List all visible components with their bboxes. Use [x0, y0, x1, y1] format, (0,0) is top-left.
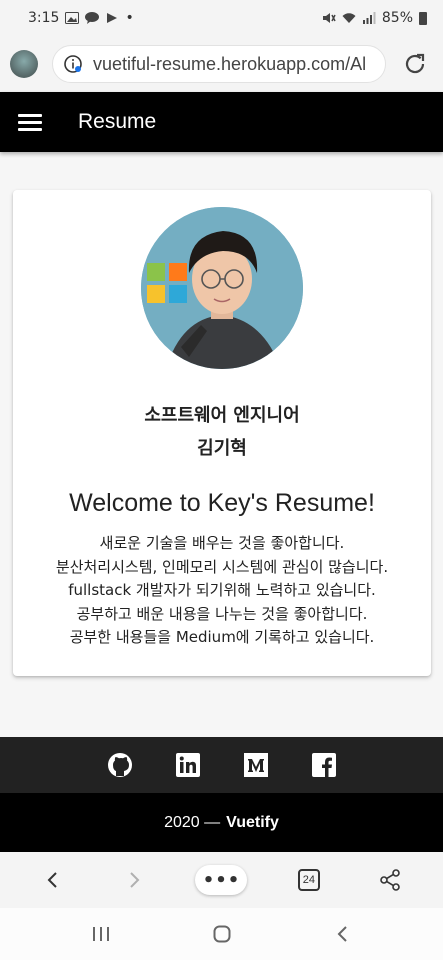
back-button[interactable]	[33, 860, 73, 900]
copyright-brand: Vuetify	[226, 813, 279, 831]
battery-icon	[419, 11, 427, 25]
site-favicon-avatar[interactable]	[10, 50, 38, 78]
signal-icon	[362, 12, 376, 24]
github-icon[interactable]	[107, 752, 133, 778]
status-bar: 3:15 • 85%	[0, 0, 443, 36]
facebook-icon[interactable]	[311, 752, 337, 778]
copyright-bar: 2020 — Vuetify	[0, 793, 443, 852]
nav-back-icon[interactable]	[333, 924, 353, 944]
forward-button[interactable]	[114, 860, 154, 900]
person-name: 김기혁	[197, 438, 247, 459]
browser-menu-button[interactable]: •••	[195, 865, 248, 895]
share-button[interactable]	[370, 860, 410, 900]
intro-line: 공부하고 배운 내용을 나누는 것을 좋아합니다.	[76, 604, 368, 623]
image-icon	[65, 12, 80, 24]
app-title: Resume	[78, 110, 157, 133]
address-field[interactable]: vuetiful-resume.herokuapp.com/Al	[52, 45, 386, 83]
reload-icon[interactable]	[402, 51, 428, 77]
site-info-icon[interactable]	[63, 54, 83, 74]
share-icon	[380, 869, 401, 891]
menu-icon[interactable]	[18, 110, 42, 134]
social-links-bar	[0, 737, 443, 793]
intro-line: fullstack 개발자가 되기위해 노력하고 있습니다.	[68, 581, 376, 599]
tabs-button[interactable]: 24	[289, 860, 329, 900]
browser-toolbar: ••• 24	[0, 852, 443, 908]
status-dot: •	[125, 10, 134, 26]
intro-text: 새로운 기술을 배우는 것을 좋아합니다. 분산처리시스템, 인메모리 시스템에…	[13, 532, 431, 650]
profile-photo	[141, 207, 303, 369]
tab-count: 24	[297, 869, 320, 891]
browser-url-bar: vuetiful-resume.herokuapp.com/Al	[0, 36, 443, 92]
profile-avatar	[141, 207, 303, 369]
status-left: 3:15 •	[28, 10, 134, 26]
intro-line: 공부한 내용들을 Medium에 기록하고 있습니다.	[69, 628, 375, 646]
welcome-heading: Welcome to Key's Resume!	[69, 489, 375, 517]
wifi-icon	[342, 13, 356, 23]
profile-card: 소프트웨어 엔지니어 김기혁 Welcome to Key's Resume! …	[13, 190, 431, 676]
chevron-right-icon	[130, 872, 140, 888]
medium-icon[interactable]	[243, 752, 269, 778]
talk-icon	[85, 12, 100, 24]
chevron-left-icon	[47, 872, 57, 888]
status-time: 3:15	[28, 10, 60, 26]
android-nav-bar	[0, 908, 443, 960]
intro-line: 새로운 기술을 배우는 것을 좋아합니다.	[99, 534, 345, 552]
linkedin-icon[interactable]	[175, 752, 201, 778]
url-text[interactable]: vuetiful-resume.herokuapp.com/Al	[93, 54, 366, 75]
mute-icon	[322, 13, 336, 23]
job-title: 소프트웨어 엔지니어	[144, 405, 300, 426]
intro-line: 분산처리시스템, 인메모리 시스템에 관심이 많습니다.	[55, 557, 389, 576]
play-icon	[107, 13, 118, 23]
recent-apps-icon[interactable]	[91, 925, 111, 943]
status-right: 85%	[322, 10, 427, 26]
battery-level: 85%	[381, 10, 413, 26]
app-bar: Resume	[0, 92, 443, 152]
copyright-year: 2020 —	[164, 813, 221, 831]
home-icon[interactable]	[212, 924, 232, 944]
